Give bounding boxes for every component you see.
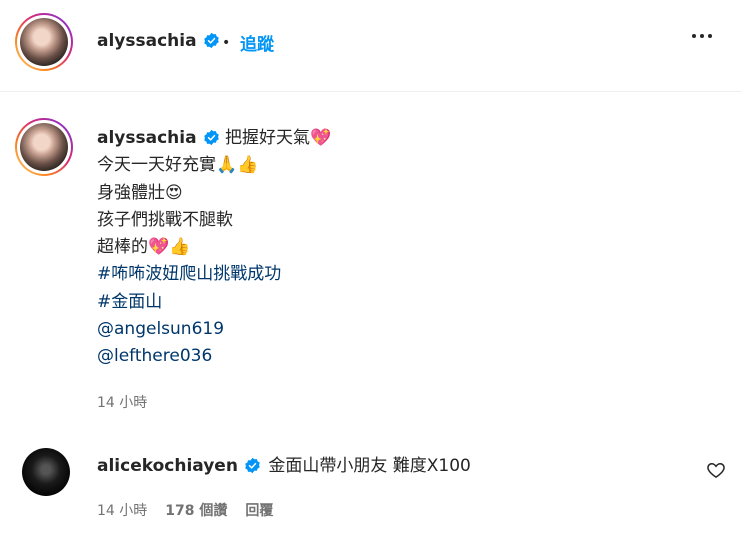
caption-text: 超棒的💖👍 [97, 237, 191, 258]
heart-icon[interactable] [706, 460, 726, 480]
comment-text: 金面山帶小朋友 難度X100 [268, 456, 471, 476]
comment-timestamp[interactable]: 14 小時 [97, 500, 147, 520]
header-avatar[interactable] [15, 13, 73, 71]
comment-likes[interactable]: 178 個讚 [165, 500, 227, 520]
comment-username[interactable]: alicekochiayen [97, 456, 261, 476]
verified-badge-icon [203, 32, 219, 49]
header-separator: • [222, 35, 231, 51]
reply-button[interactable]: 回覆 [245, 500, 273, 520]
follow-button[interactable]: 追蹤 [240, 30, 274, 55]
post-avatar[interactable] [15, 118, 73, 176]
caption-text: 身強體壯😍 [97, 182, 183, 203]
post-username[interactable]: alyssachia [97, 128, 220, 148]
hashtag-link[interactable]: #金面山 [97, 289, 697, 316]
mention-link[interactable]: @lefthere036 [97, 343, 697, 370]
verified-badge-icon [245, 457, 260, 474]
caption-line-1: alyssachia 把握好天氣💖 [97, 125, 697, 152]
comment-meta: 14 小時 178 個讚 回覆 [97, 500, 273, 520]
post-timestamp[interactable]: 14 小時 [97, 392, 147, 412]
verified-badge-icon [203, 129, 219, 146]
comment-body: alicekochiayen 金面山帶小朋友 難度X100 [97, 451, 471, 476]
caption-text: 把握好天氣💖 [224, 128, 332, 148]
caption-text: 孩子們挑戰不腿軟 [97, 209, 233, 230]
header-divider [0, 91, 742, 92]
more-options-icon[interactable] [692, 34, 712, 38]
mention-link[interactable]: @angelsun619 [97, 316, 697, 343]
post-caption: alyssachia 把握好天氣💖 今天一天好充實🙏👍 身強體壯😍 孩子們挑戰不… [97, 125, 697, 371]
header-username[interactable]: alyssachia [97, 31, 220, 51]
hashtag-link[interactable]: #咘咘波妞爬山挑戰成功 [97, 261, 697, 288]
caption-text: 今天一天好充實🙏👍 [97, 155, 259, 176]
comment-avatar[interactable] [22, 448, 70, 496]
